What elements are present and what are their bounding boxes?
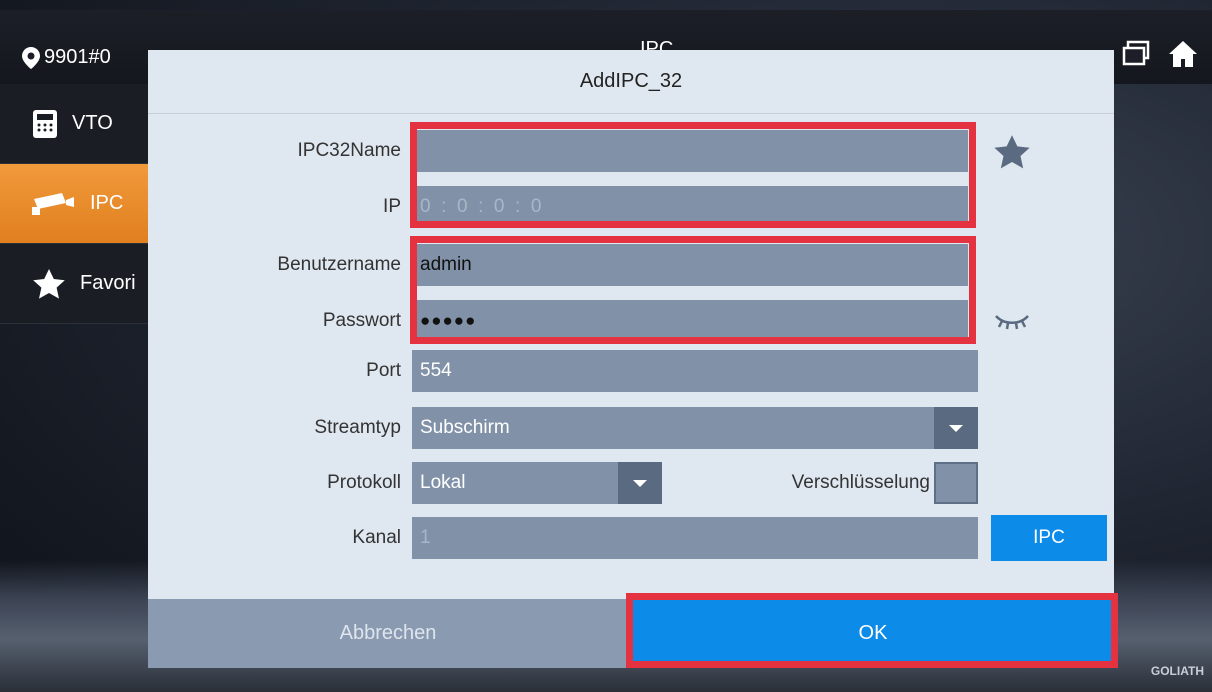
encryption-label: Verschlüsselung [791,472,930,493]
star-icon [33,268,65,299]
sidebar-item-ipc[interactable]: IPC [0,164,150,244]
sidebar-item-label: Favori [80,272,136,294]
camera-icon [32,192,74,215]
protocol-value: Lokal [420,472,466,493]
home-icon[interactable] [1168,40,1198,68]
protocol-row: Protokoll Lokal Verschlüsselung [148,462,1114,504]
eye-closed-icon[interactable] [994,312,1030,330]
channel-label: Kanal [352,527,401,548]
streamtype-value: Subschirm [420,417,510,438]
multi-window-icon[interactable] [1122,40,1150,66]
password-input[interactable]: ●●●●● [412,300,968,342]
username-label: Benutzername [277,254,401,275]
sidebar: VTO IPC Favori [0,84,150,324]
cancel-button[interactable]: Abbrechen [148,599,628,668]
chevron-down-icon[interactable] [618,462,662,504]
screen: 9901#0 IPC VTO IPC Favori GOLIATH AddIPC… [0,0,1212,692]
sidebar-item-label: IPC [90,192,124,214]
port-row: Port 554 [148,350,1114,392]
name-label: IPC32Name [297,140,402,161]
port-input[interactable]: 554 [412,350,978,392]
username-input[interactable]: admin [412,244,968,286]
password-label: Passwort [322,310,401,331]
protocol-label: Protokoll [327,472,401,493]
sidebar-item-vto[interactable]: VTO [0,84,150,164]
channel-row: Kanal 1 [148,517,1114,559]
chevron-down-icon[interactable] [934,407,978,449]
dialog-footer: Abbrechen OK [148,599,1114,668]
add-ipc-dialog: AddIPC_32 IPC32Name IP 0 : 0 : 0 : 0 Ben… [148,50,1118,668]
brand-logo: GOLIATH [1150,664,1204,678]
streamtype-row: Streamtyp Subschirm [148,407,1114,449]
sidebar-item-label: VTO [72,112,113,134]
streamtype-select[interactable]: Subschirm [412,407,978,449]
name-row: IPC32Name [148,130,1114,172]
ip-input[interactable]: 0 : 0 : 0 : 0 [412,186,968,228]
location-text: 9901#0 [44,46,111,68]
dialog-title: AddIPC_32 [148,50,1114,114]
ipc-select-button[interactable]: IPC [991,515,1107,561]
name-input[interactable] [412,130,968,172]
ip-row: IP 0 : 0 : 0 : 0 [148,186,1114,228]
sidebar-item-favorites[interactable]: Favori [0,244,150,324]
channel-input[interactable]: 1 [412,517,978,559]
location-indicator: 9901#0 [22,46,111,69]
encryption-checkbox[interactable] [934,462,978,504]
location-pin-icon [22,46,40,69]
username-row: Benutzername admin [148,244,1114,286]
ip-label: IP [383,196,401,217]
ok-button[interactable]: OK [632,599,1114,668]
streamtype-label: Streamtyp [314,417,401,438]
intercom-icon [33,109,57,138]
port-label: Port [366,360,401,381]
star-favorite-icon[interactable] [993,134,1031,170]
password-row: Passwort ●●●●● [148,300,1114,342]
protocol-select[interactable]: Lokal [412,462,662,504]
